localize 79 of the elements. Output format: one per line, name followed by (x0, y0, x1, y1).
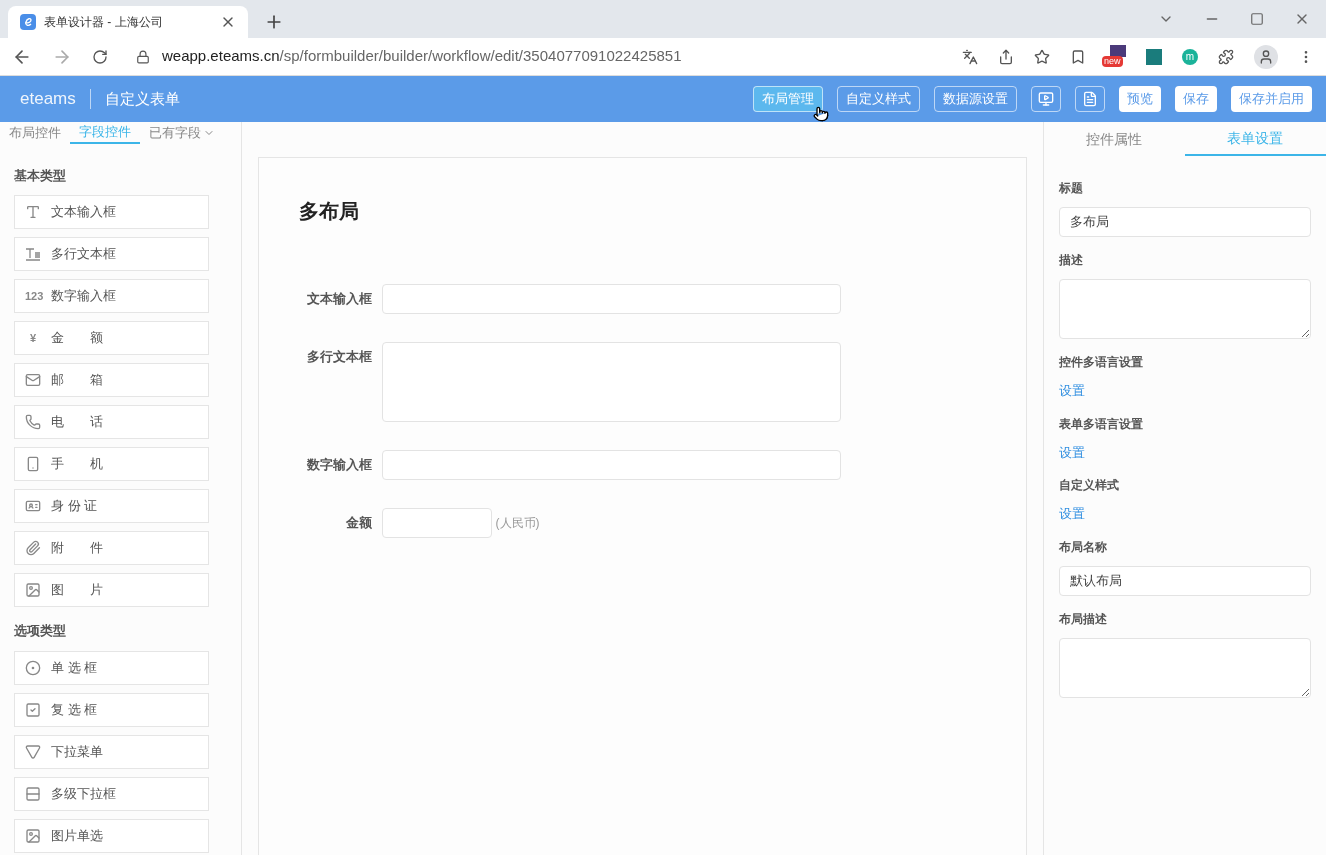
bookmark-icon[interactable] (1070, 48, 1086, 65)
panel-tab[interactable]: 已有字段 (140, 122, 224, 144)
control-item[interactable]: 复 选 框 (14, 692, 209, 727)
dropdown-icon (25, 743, 41, 760)
setting-label: 表单多语言设置 (1058, 415, 1144, 433)
tab-title: 表单设计器 - 上海公司 (44, 14, 164, 31)
field-label: 数字输入框 (305, 456, 372, 474)
url-text[interactable]: weapp.eteams.cn/sp/formbuilder/builder/workflow/edit/3504077091022425851 (162, 45, 682, 68)
setting-label: 布局描述 (1058, 610, 1108, 628)
setting-input[interactable]: 多布局 (1058, 207, 1311, 237)
field-label: 多行文本框 (305, 348, 372, 366)
setting-input[interactable]: 默认布局 (1058, 565, 1311, 596)
setting-label: 标题 (1058, 180, 1084, 197)
image-icon (25, 827, 41, 844)
control-item[interactable]: 身 份 证 (14, 489, 209, 523)
control-item[interactable]: 文本输入框 (14, 195, 209, 229)
control-item[interactable]: 邮 箱 (14, 363, 209, 397)
control-item[interactable]: 单 选 框 (14, 650, 209, 685)
image-icon (25, 582, 41, 598)
setting-link[interactable]: 设置 (1058, 381, 1085, 401)
multiline-text-icon (25, 247, 41, 261)
setting-link[interactable]: 设置 (1058, 442, 1085, 462)
id-card-icon (25, 498, 41, 514)
field-label: 文本输入框 (305, 290, 372, 308)
control-item[interactable]: 下拉菜单 (14, 734, 209, 769)
control-item[interactable]: 手 机 (14, 447, 209, 481)
radio-icon (25, 659, 41, 676)
group-title: 选项类型 (14, 622, 67, 640)
document-button[interactable] (1075, 86, 1105, 112)
screen-play-button[interactable] (1031, 86, 1061, 112)
cascade-icon (25, 785, 41, 802)
control-item[interactable]: 123 数字输入框 (14, 279, 209, 313)
control-item[interactable]: 图 片 (14, 573, 209, 607)
maximize-icon[interactable] (1250, 12, 1264, 26)
extension-icon[interactable] (1146, 48, 1162, 65)
browser-tab[interactable]: 表单设计器 - 上海公司 (8, 6, 248, 38)
share-icon[interactable] (998, 48, 1014, 65)
text-input[interactable] (381, 450, 841, 480)
group-title: 基本类型 (14, 166, 67, 185)
control-item[interactable]: 多行文本框 (14, 237, 209, 271)
new-badge: new (1102, 55, 1123, 67)
lock-icon (136, 49, 150, 64)
field-label: 金额 (344, 514, 372, 532)
translate-icon[interactable] (962, 48, 978, 65)
setting-label: 描述 (1058, 252, 1084, 269)
form-title: 多布局 (298, 199, 360, 224)
control-item[interactable]: 电 话 (14, 405, 209, 439)
extensions-icon[interactable] (1218, 48, 1234, 65)
control-item[interactable]: 附 件 (14, 531, 209, 565)
document-icon (1082, 91, 1098, 107)
checkbox-icon (25, 701, 41, 718)
amount-input[interactable] (381, 508, 492, 538)
mail-icon (25, 372, 41, 388)
yen-icon: ¥ (25, 329, 41, 347)
phone-icon (25, 414, 41, 430)
avatar-icon[interactable] (1254, 44, 1278, 69)
extension-icon[interactable] (1110, 44, 1126, 57)
text-icon (25, 204, 41, 220)
text-input[interactable] (381, 284, 841, 314)
site-icon (20, 14, 36, 30)
control-item[interactable]: 图片单选 (14, 818, 209, 853)
control-item[interactable]: ¥ 金 额 (14, 321, 209, 355)
number-icon: 123 (25, 287, 41, 305)
star-icon[interactable] (1034, 48, 1050, 65)
logo: eteams (20, 88, 76, 111)
panel-tab[interactable]: 控件属性 (1043, 122, 1185, 156)
setting-label: 自定义样式 (1058, 477, 1120, 494)
mobile-icon (25, 456, 41, 472)
textarea-input[interactable] (381, 342, 841, 422)
setting-label: 控件多语言设置 (1058, 354, 1144, 371)
control-item[interactable]: 多级下拉框 (14, 776, 209, 811)
paperclip-icon (25, 540, 41, 556)
currency-note: (人民币) (495, 515, 540, 532)
screen-play-icon (1038, 91, 1054, 107)
app-title: 自定义表单 (104, 88, 180, 109)
setting-link[interactable]: 设置 (1058, 504, 1085, 524)
reload-icon[interactable] (92, 48, 108, 65)
panel-tab[interactable]: 布局控件 (0, 122, 70, 144)
setting-label: 布局名称 (1058, 538, 1108, 556)
